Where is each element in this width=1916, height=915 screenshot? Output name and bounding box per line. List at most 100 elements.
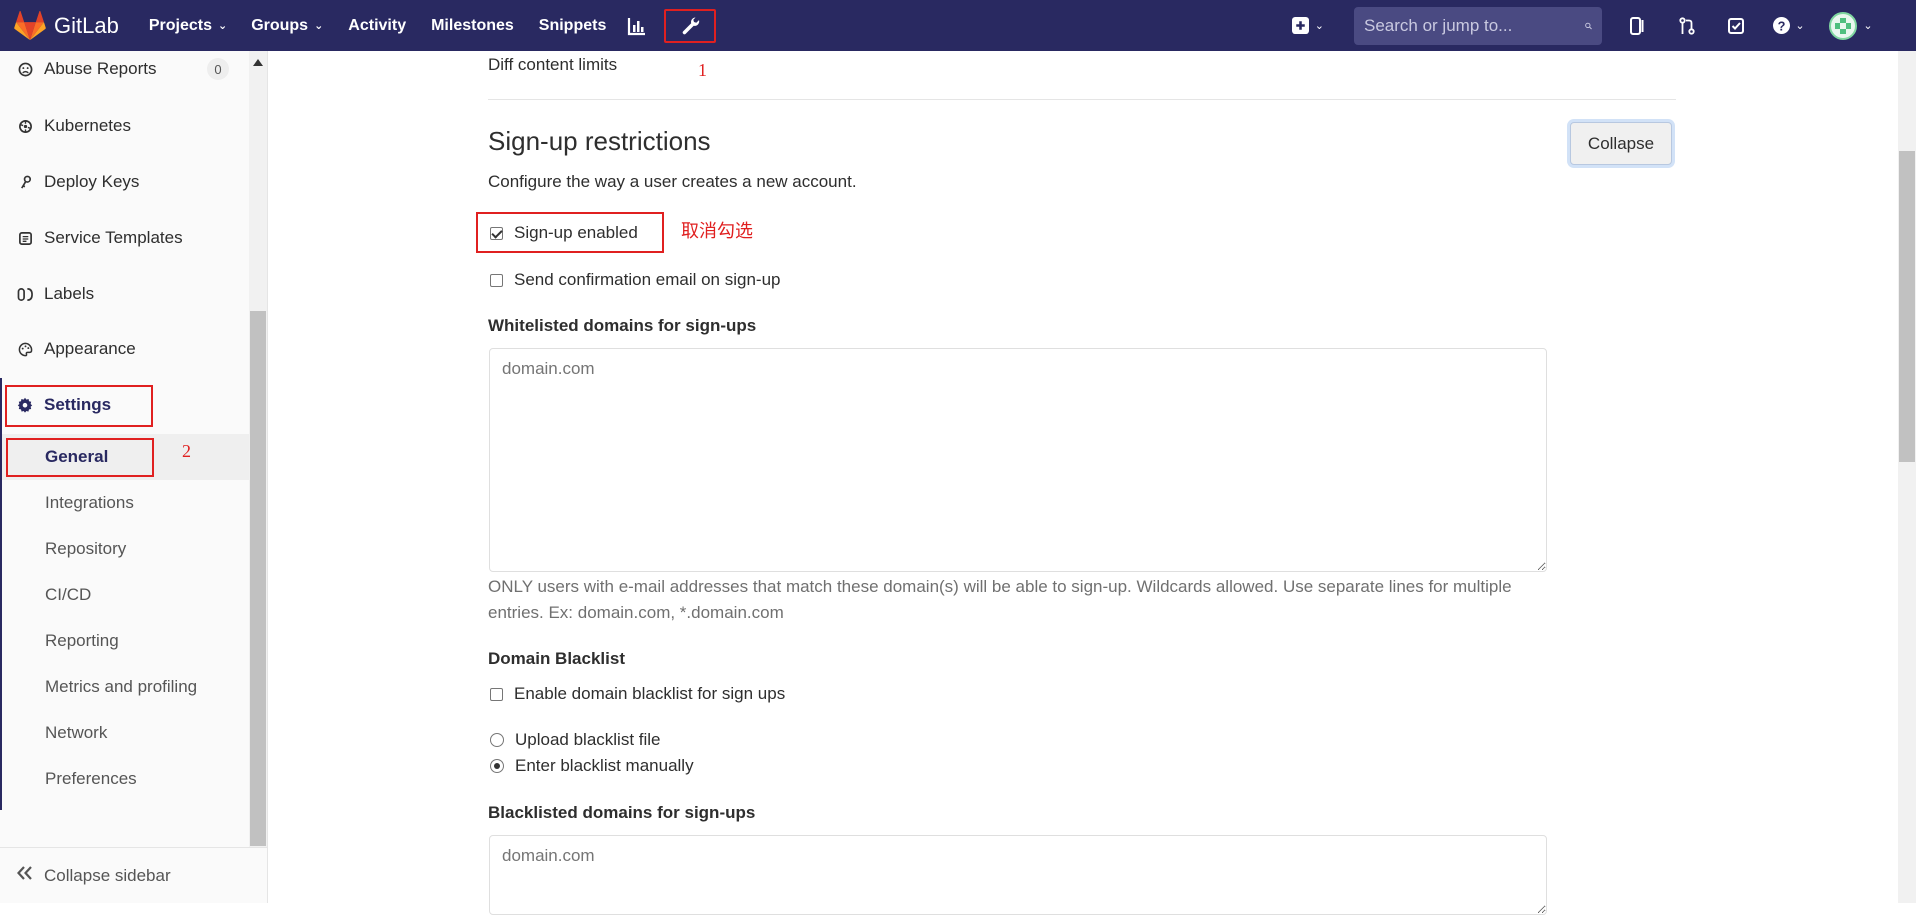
help-dropdown[interactable]: ? ⌄ <box>1769 10 1809 42</box>
sidebar-item-abuse-reports[interactable]: Abuse Reports 0 <box>0 46 249 92</box>
nav-projects-label: Projects <box>148 16 212 34</box>
annotation-number-2: 2 <box>182 441 191 461</box>
labels-icon <box>14 287 36 302</box>
avatar-pattern-icon <box>1835 17 1852 34</box>
annotation-box-general <box>6 438 154 477</box>
admin-area-button[interactable] <box>664 8 717 43</box>
abuse-icon <box>14 62 36 77</box>
sidebar-item-label: Deploy Keys <box>44 172 140 191</box>
nav-milestones[interactable]: Milestones <box>431 17 514 35</box>
sidebar-item-service-templates[interactable]: Service Templates <box>0 215 249 261</box>
send-confirmation-row[interactable]: Send confirmation email on sign-up <box>490 270 780 290</box>
chevron-down-icon: ⌄ <box>217 20 228 32</box>
search-input[interactable] <box>1364 15 1585 36</box>
search-icon <box>1585 22 1592 29</box>
annotation-box-settings <box>5 385 153 427</box>
gitlab-tanuki-icon <box>14 10 46 40</box>
sidebar-sub-item-ci-cd[interactable]: CI/CD <box>2 572 249 618</box>
nav-snippets[interactable]: Snippets <box>539 17 607 35</box>
sidebar-item-kubernetes[interactable]: Kubernetes <box>0 103 249 149</box>
enter-blacklist-label: Enter blacklist manually <box>515 756 694 775</box>
sidebar-sub-item-integrations[interactable]: Integrations <box>2 480 249 526</box>
activity-chart-icon[interactable] <box>620 9 654 43</box>
chevron-down-icon: ⌄ <box>1863 20 1873 32</box>
section-title: Sign-up restrictions <box>488 126 711 156</box>
gitlab-logo[interactable]: GitLab <box>14 10 119 41</box>
admin-sidebar: Abuse Reports 0 Kubernetes Deploy Keys S… <box>0 51 268 903</box>
user-menu[interactable]: ⌄ <box>1826 10 1876 42</box>
search-box[interactable] <box>1354 6 1602 45</box>
new-dropdown[interactable]: ⌄ <box>1291 17 1324 34</box>
whitelist-textarea[interactable] <box>489 348 1547 572</box>
todos-button[interactable] <box>1720 10 1752 42</box>
top-navbar: GitLab Projects ⌄ Groups ⌄ Activity Mile… <box>0 0 1916 80</box>
double-chevron-left-icon <box>16 865 34 886</box>
collapse-sidebar-label: Collapse sidebar <box>44 865 171 885</box>
issues-button[interactable] <box>1622 10 1654 42</box>
annotation-uncheck-text: 取消勾选 <box>681 221 753 242</box>
whitelist-help-text: ONLY users with e-mail addresses that ma… <box>488 577 1512 622</box>
chevron-down-icon: ⌄ <box>1314 20 1324 32</box>
key-icon <box>14 175 36 190</box>
sidebar-item-label: Abuse Reports <box>44 59 157 78</box>
merge-request-icon <box>1679 16 1695 35</box>
wrench-icon <box>683 16 700 34</box>
signup-enabled-row[interactable]: Sign-up enabled <box>490 223 638 243</box>
issues-icon <box>1630 16 1644 35</box>
page-scrollbar[interactable] <box>1898 51 1916 903</box>
enable-blacklist-row[interactable]: Enable domain blacklist for sign ups <box>490 684 785 704</box>
plus-square-icon <box>1291 17 1309 34</box>
whitelist-label: Whitelisted domains for sign-ups <box>488 316 757 335</box>
sidebar-item-label: Kubernetes <box>44 116 131 135</box>
diff-content-limits-heading[interactable]: Diff content limits <box>488 55 617 75</box>
sidebar-item-label: Labels <box>44 284 95 303</box>
enter-blacklist-row[interactable]: Enter blacklist manually <box>490 756 694 776</box>
sidebar-sub-item-reporting[interactable]: Reporting <box>2 618 249 664</box>
sidebar-nav: Abuse Reports 0 Kubernetes Deploy Keys S… <box>0 51 249 903</box>
merge-requests-button[interactable] <box>1671 10 1703 42</box>
sidebar-item-label: Service Templates <box>44 228 183 247</box>
avatar <box>1829 11 1858 40</box>
sidebar-item-deploy-keys[interactable]: Deploy Keys <box>0 159 249 205</box>
sidebar-sub-item-metrics[interactable]: Metrics and profiling <box>2 664 249 710</box>
enable-blacklist-checkbox[interactable] <box>490 687 503 701</box>
scroll-up-arrow-icon[interactable] <box>253 59 263 66</box>
sidebar-sub-item-network[interactable]: Network <box>2 710 249 756</box>
blacklist-textarea[interactable] <box>489 835 1547 915</box>
upload-blacklist-row[interactable]: Upload blacklist file <box>490 730 661 750</box>
upload-blacklist-label: Upload blacklist file <box>515 730 661 749</box>
sidebar-sub-item-preferences[interactable]: Preferences <box>2 756 249 802</box>
send-confirmation-checkbox[interactable] <box>490 273 503 287</box>
sidebar-item-appearance[interactable]: Appearance <box>0 326 249 372</box>
signup-enabled-label: Sign-up enabled <box>514 223 638 242</box>
sidebar-scrollbar[interactable] <box>249 51 267 847</box>
main-content: Diff content limits Sign-up restrictions… <box>268 51 1896 915</box>
nav-projects[interactable]: Projects ⌄ <box>149 17 227 35</box>
blacklisted-domains-label: Blacklisted domains for sign-ups <box>488 803 756 822</box>
send-confirmation-label: Send confirmation email on sign-up <box>514 270 781 289</box>
sidebar-item-labels[interactable]: Labels <box>0 271 249 317</box>
sidebar-sub-item-repository[interactable]: Repository <box>2 526 249 572</box>
domain-blacklist-heading: Domain Blacklist <box>488 649 625 668</box>
collapse-sidebar-button[interactable]: Collapse sidebar <box>0 847 267 903</box>
help-icon: ? <box>1773 17 1791 34</box>
palette-icon <box>14 342 36 357</box>
upload-blacklist-radio[interactable] <box>490 733 504 747</box>
chevron-down-icon: ⌄ <box>1795 20 1805 32</box>
template-icon <box>14 231 36 246</box>
svg-text:?: ? <box>1778 18 1786 33</box>
sidebar-item-label: Appearance <box>44 339 136 358</box>
page-scrollbar-thumb[interactable] <box>1899 151 1915 462</box>
nav-groups[interactable]: Groups ⌄ <box>251 17 323 35</box>
signup-enabled-checkbox[interactable] <box>490 226 503 240</box>
enable-blacklist-label: Enable domain blacklist for sign ups <box>514 684 786 703</box>
brand-name: GitLab <box>54 12 119 38</box>
sidebar-scrollbar-thumb[interactable] <box>250 311 266 846</box>
kubernetes-icon <box>14 119 36 134</box>
chevron-down-icon: ⌄ <box>314 20 324 32</box>
enter-blacklist-radio[interactable] <box>490 759 504 773</box>
section-description: Configure the way a user creates a new a… <box>488 172 857 191</box>
collapse-button[interactable]: Collapse <box>1570 122 1672 165</box>
nav-activity[interactable]: Activity <box>348 17 406 35</box>
nav-groups-label: Groups <box>251 16 309 34</box>
